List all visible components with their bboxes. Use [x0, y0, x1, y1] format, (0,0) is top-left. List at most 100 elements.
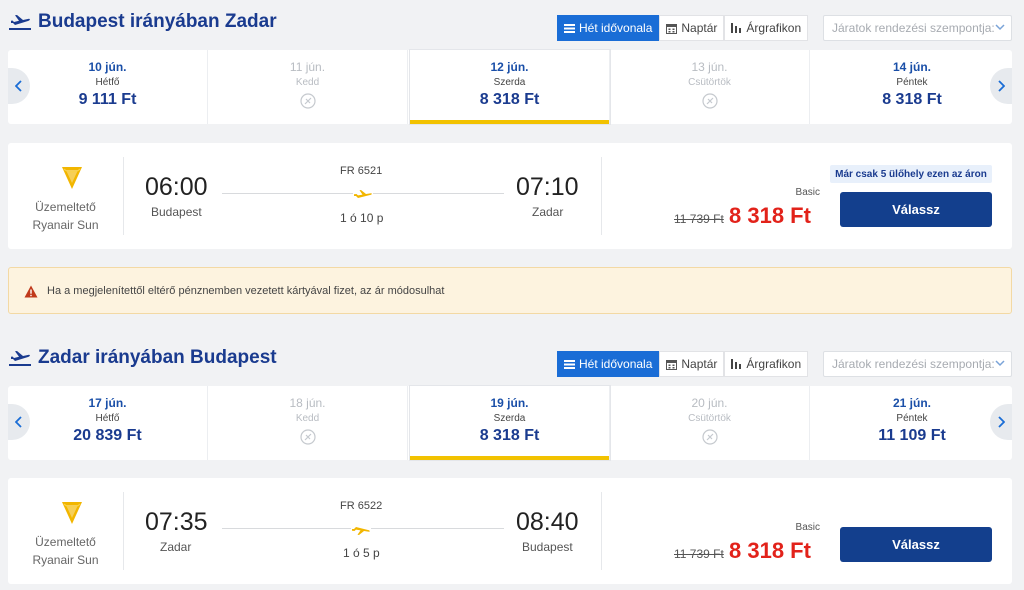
operator-label: Üzemeltető: [35, 200, 96, 214]
warning-text: Ha a megjelenítettől eltérő pénznemben v…: [47, 285, 445, 297]
section-header: Zadar irányában Budapest Hét idővonala N…: [0, 336, 1024, 386]
date-cell[interactable]: 21 jún. Péntek 11 109 Ft: [812, 386, 1012, 460]
departure-plane-icon: [9, 351, 31, 366]
arrival-time: 08:40: [516, 508, 579, 536]
day-label: Kedd: [295, 77, 320, 88]
departure-time: 07:35: [145, 508, 208, 536]
operator-name: Ryanair Sun: [32, 218, 99, 232]
flight-number: FR 6521: [340, 165, 383, 177]
chevron-down-icon: [995, 360, 1005, 367]
day-label: Szerda: [493, 413, 526, 424]
bar-chart-icon: [731, 359, 742, 369]
calendar-button[interactable]: Naptár: [659, 15, 725, 41]
button-label: Naptár: [681, 21, 718, 35]
date-label: 21 jún.: [892, 396, 931, 410]
selected-indicator: [410, 120, 609, 124]
fare-class: Basic: [795, 522, 820, 533]
day-label: Szerda: [493, 77, 526, 88]
date-price: 8 318 Ft: [882, 91, 942, 108]
no-flight-icon: [701, 93, 718, 109]
date-cell: 11 jún. Kedd: [208, 50, 408, 124]
seat-availability-badge: Már csak 5 ülőhely ezen az áron: [830, 165, 992, 183]
divider: [123, 157, 124, 235]
view-toggle-group: Hét idővonala Naptár Árgrafikon: [557, 15, 809, 41]
date-label: 19 jún.: [490, 396, 529, 410]
section-title: Budapest irányában Zadar: [38, 11, 277, 32]
chevron-left-icon: [15, 416, 22, 428]
chevron-down-icon: [995, 24, 1005, 31]
price-chart-button[interactable]: Árgrafikon: [724, 351, 809, 377]
date-price: 11 109 Ft: [878, 427, 946, 444]
no-flight-icon: [701, 429, 718, 445]
date-cell[interactable]: 10 jún. Hétfő 9 111 Ft: [8, 50, 208, 124]
no-flight-icon: [299, 429, 316, 445]
sort-select[interactable]: Járatok rendezési szempontja:: [823, 15, 1012, 41]
date-cell[interactable]: 14 jún. Péntek 8 318 Ft: [812, 50, 1012, 124]
arrival-city: Budapest: [522, 540, 573, 554]
flight-number: FR 6522: [340, 500, 383, 512]
date-label: 10 jún.: [88, 60, 127, 74]
arrival-city: Zadar: [532, 205, 564, 219]
sort-placeholder: Járatok rendezési szempontja:: [832, 357, 995, 371]
operator-info: Üzemeltető Ryanair Sun: [8, 198, 123, 234]
button-label: Árgrafikon: [746, 357, 802, 371]
calendar-icon: [666, 359, 678, 370]
day-label: Hétfő: [95, 77, 120, 88]
fare-class: Basic: [795, 187, 820, 198]
divider: [601, 492, 602, 570]
date-cell[interactable]: 17 jún. Hétfő 20 839 Ft: [8, 386, 208, 460]
price-chart-button[interactable]: Árgrafikon: [724, 15, 809, 41]
view-toggle-group: Hét idővonala Naptár Árgrafikon: [557, 351, 809, 377]
button-label: Naptár: [681, 357, 718, 371]
calendar-icon: [666, 23, 678, 34]
departure-time: 06:00: [145, 173, 208, 201]
calendar-button[interactable]: Naptár: [659, 351, 725, 377]
plane-icon: [351, 524, 371, 536]
chevron-left-icon: [15, 80, 22, 92]
select-flight-button[interactable]: Válassz: [840, 527, 992, 562]
date-cell-selected[interactable]: 12 jún. Szerda 8 318 Ft: [410, 50, 610, 124]
date-label: 12 jún.: [490, 60, 529, 74]
flight-duration: 1 ó 5 p: [343, 546, 380, 560]
selected-indicator: [410, 456, 609, 460]
warning-icon: [24, 285, 38, 298]
departure-plane-icon: [9, 15, 31, 30]
date-label: 14 jún.: [892, 60, 931, 74]
current-price: 8 318 Ft: [729, 203, 811, 228]
select-flight-button[interactable]: Válassz: [840, 192, 992, 227]
chevron-right-icon: [998, 416, 1005, 428]
day-label: Hétfő: [95, 413, 120, 424]
ryanair-logo: [62, 502, 82, 524]
old-price: 11 739 Ft: [674, 547, 724, 561]
date-price: 20 839 Ft: [73, 427, 142, 444]
section-header: Budapest irányában Zadar Hét idővonala N…: [0, 0, 1024, 50]
week-timeline-button[interactable]: Hét idővonala: [557, 15, 660, 41]
ryanair-logo: [62, 167, 82, 189]
date-price: 8 318 Ft: [479, 91, 540, 108]
date-label: 18 jún.: [289, 396, 326, 410]
departure-city: Budapest: [151, 205, 202, 219]
date-label: 17 jún.: [88, 396, 127, 410]
bar-chart-icon: [731, 23, 742, 33]
operator-name: Ryanair Sun: [32, 553, 99, 567]
date-cell: 13 jún. Csütörtök: [610, 50, 810, 124]
date-cell-selected[interactable]: 19 jún. Szerda 8 318 Ft: [410, 386, 610, 460]
flight-duration: 1 ó 10 p: [340, 211, 384, 225]
divider: [601, 157, 602, 235]
operator-label: Üzemeltető: [35, 535, 96, 549]
arrival-time: 07:10: [516, 173, 579, 201]
old-price: 11 739 Ft: [674, 212, 724, 226]
date-price: 8 318 Ft: [479, 427, 540, 444]
date-label: 13 jún.: [691, 60, 728, 74]
list-icon: [564, 359, 575, 369]
day-label: Péntek: [896, 77, 928, 88]
date-label: 11 jún.: [289, 60, 326, 74]
no-flight-icon: [299, 93, 316, 109]
week-timeline-button[interactable]: Hét idővonala: [557, 351, 660, 377]
date-cell: 20 jún. Csütörtök: [610, 386, 810, 460]
date-strip: 17 jún. Hétfő 20 839 Ft 18 jún. Kedd 19 …: [8, 386, 1012, 460]
list-icon: [564, 23, 575, 33]
plane-icon: [353, 189, 373, 201]
current-price: 8 318 Ft: [729, 538, 811, 563]
sort-select[interactable]: Járatok rendezési szempontja:: [823, 351, 1012, 377]
